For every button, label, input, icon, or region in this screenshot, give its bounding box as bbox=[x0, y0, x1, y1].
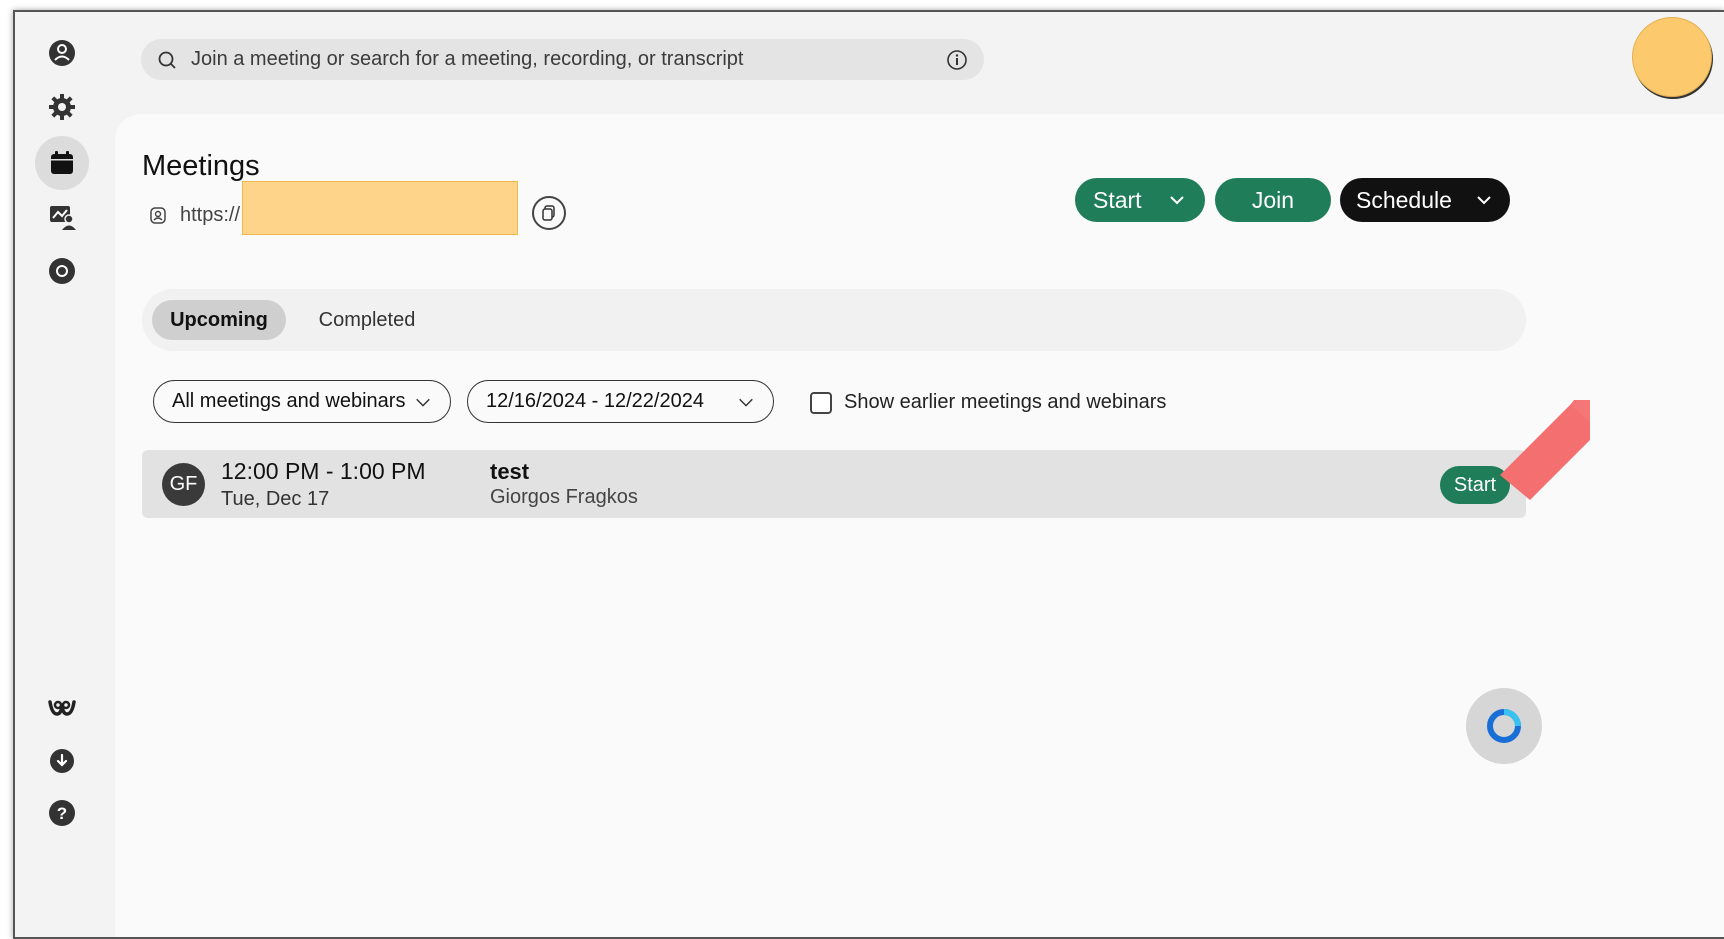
show-earlier-checkbox[interactable] bbox=[810, 391, 832, 414]
date-range-value: 12/16/2024 - 12/22/2024 bbox=[486, 390, 704, 412]
sidebar-item-recordings[interactable] bbox=[35, 244, 89, 298]
copy-icon bbox=[542, 205, 555, 221]
sidebar-item-settings[interactable] bbox=[35, 80, 89, 134]
host-avatar: GF bbox=[162, 463, 205, 506]
chevron-down-icon[interactable] bbox=[1167, 190, 1187, 210]
join-label: Join bbox=[1251, 186, 1295, 213]
help-icon: ? bbox=[49, 800, 75, 826]
meeting-tabs: Upcoming Completed bbox=[142, 289, 1526, 351]
download-icon bbox=[50, 749, 74, 773]
chevron-down-icon bbox=[739, 398, 753, 407]
meeting-type-value: All meetings and webinars bbox=[172, 390, 406, 412]
record-icon bbox=[49, 258, 75, 284]
redacted-url-box bbox=[242, 181, 518, 235]
search-bar[interactable] bbox=[141, 39, 984, 80]
svg-text:?: ? bbox=[57, 804, 67, 823]
assistant-button[interactable] bbox=[1466, 688, 1542, 764]
url-text: https:// bbox=[180, 203, 241, 226]
webex-logo-icon bbox=[48, 700, 76, 716]
date-range-dropdown[interactable]: 12/16/2024 - 12/22/2024 bbox=[467, 380, 774, 423]
sidebar-item-contacts[interactable] bbox=[35, 26, 89, 80]
start-meeting-button[interactable]: Start bbox=[1075, 178, 1205, 222]
tab-completed[interactable]: Completed bbox=[302, 300, 432, 340]
sidebar: ? bbox=[15, 12, 110, 937]
meeting-type-dropdown[interactable]: All meetings and webinars bbox=[153, 380, 451, 423]
main-panel bbox=[115, 114, 1724, 937]
gear-icon bbox=[49, 94, 75, 120]
sidebar-item-messaging[interactable] bbox=[35, 190, 89, 244]
meeting-host: Giorgos Fragkos bbox=[490, 486, 638, 508]
copy-link-button[interactable] bbox=[532, 196, 566, 230]
calendar-icon bbox=[51, 151, 73, 174]
user-circle-icon bbox=[49, 40, 75, 66]
sidebar-item-help[interactable]: ? bbox=[35, 786, 89, 840]
annotation-arrow bbox=[1500, 400, 1590, 500]
meeting-title[interactable]: test bbox=[490, 459, 529, 485]
sidebar-item-meetings[interactable] bbox=[35, 136, 89, 190]
chevron-down-icon bbox=[416, 398, 430, 407]
user-avatar[interactable] bbox=[1632, 17, 1712, 97]
page-title: Meetings bbox=[142, 150, 260, 182]
info-icon[interactable] bbox=[946, 49, 968, 71]
screenshot-frame: ? Meetings https:// Start Join Schedule … bbox=[0, 0, 1724, 939]
meeting-date: Tue, Dec 17 bbox=[221, 488, 330, 510]
join-button[interactable]: Join bbox=[1215, 178, 1331, 222]
chevron-down-icon[interactable] bbox=[1474, 190, 1494, 210]
sidebar-item-webex[interactable] bbox=[35, 680, 89, 734]
schedule-label: Schedule bbox=[1356, 186, 1452, 213]
tab-upcoming[interactable]: Upcoming bbox=[152, 300, 286, 340]
chat-people-icon bbox=[50, 206, 76, 230]
show-earlier-option: Show earlier meetings and webinars bbox=[810, 391, 1166, 414]
assistant-ring-icon bbox=[1487, 709, 1521, 743]
user-badge-icon bbox=[150, 207, 166, 224]
meeting-row[interactable]: GF 12:00 PM - 1:00 PM Tue, Dec 17 test G… bbox=[142, 450, 1526, 518]
show-earlier-label[interactable]: Show earlier meetings and webinars bbox=[844, 391, 1166, 414]
search-input[interactable] bbox=[191, 48, 946, 71]
meeting-time: 12:00 PM - 1:00 PM bbox=[221, 458, 426, 484]
schedule-button[interactable]: Schedule bbox=[1340, 178, 1510, 222]
search-icon bbox=[158, 51, 176, 69]
personal-room-url: https:// bbox=[148, 195, 240, 235]
sidebar-item-download[interactable] bbox=[35, 734, 89, 788]
start-label: Start bbox=[1093, 186, 1142, 213]
